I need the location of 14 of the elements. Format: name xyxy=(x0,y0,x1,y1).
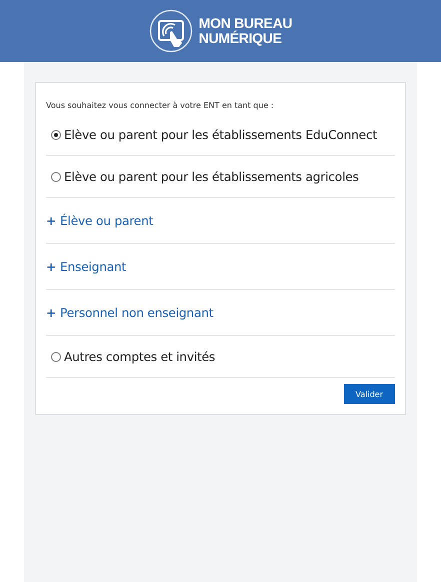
radio-button[interactable] xyxy=(51,130,61,140)
option-label[interactable]: Autres comptes et invités xyxy=(64,350,216,364)
expand-link[interactable]: + Personnel non enseignant xyxy=(46,306,214,320)
intro-text: Vous souhaitez vous connecter à votre ENT en tant que : xyxy=(46,101,274,110)
radio-button[interactable] xyxy=(51,172,61,182)
expand-link[interactable]: + Enseignant xyxy=(46,260,126,274)
option-label[interactable]: Elève ou parent pour les établissements agricoles xyxy=(64,170,359,184)
logo-text: NUMÉRIQUE xyxy=(198,31,283,46)
logo-text: MON BUREAU xyxy=(198,16,292,31)
submit-button[interactable]: Valider xyxy=(344,384,395,404)
tablet-touch-icon xyxy=(148,9,193,53)
radio-button[interactable] xyxy=(51,352,61,362)
expand-link[interactable]: + Élève ou parent xyxy=(46,214,154,228)
option-label[interactable]: Elève ou parent pour les établissements EduConnect xyxy=(64,128,378,142)
